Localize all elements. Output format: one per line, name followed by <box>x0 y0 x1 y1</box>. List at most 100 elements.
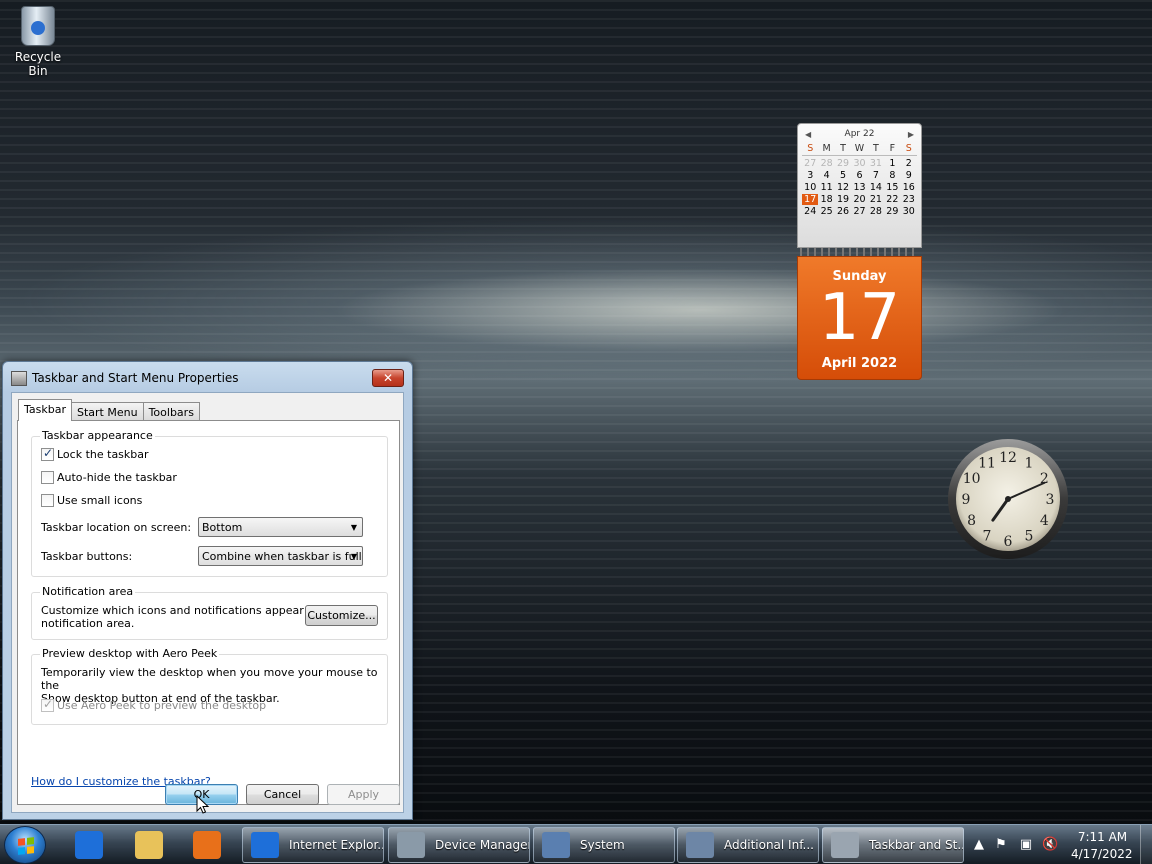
taskbar-button[interactable]: Device Manager <box>388 827 530 863</box>
calendar-day[interactable]: 6 <box>851 170 867 181</box>
aero-peek-group: Preview desktop with Aero Peek Temporari… <box>31 647 388 725</box>
autohide-taskbar-checkbox[interactable]: Auto-hide the taskbar <box>41 471 177 484</box>
clock-numeral: 5 <box>1025 528 1034 544</box>
notification-description: Customize which icons and notifications … <box>41 604 339 630</box>
taskbar-button[interactable]: Internet Explor... <box>242 827 384 863</box>
calendar-month-year: April 2022 <box>821 356 898 371</box>
pinned-internet-explorer[interactable] <box>62 827 116 863</box>
small-icons-checkbox[interactable]: Use small icons <box>41 494 142 507</box>
show-hidden-icons-icon[interactable]: ▲ <box>971 837 987 853</box>
calendar-day[interactable]: 13 <box>851 182 867 193</box>
calendar-day[interactable]: 16 <box>901 182 917 193</box>
calendar-weekday: M <box>818 143 835 156</box>
calendar-day[interactable]: 2 <box>901 158 917 169</box>
calendar-day[interactable]: 12 <box>835 182 851 193</box>
calendar-day[interactable]: 17 <box>802 194 819 205</box>
apply-button[interactable]: Apply <box>327 784 400 805</box>
taskbar-button[interactable]: Additional Inf... <box>677 827 819 863</box>
calendar-day[interactable]: 26 <box>835 206 851 217</box>
checkbox-box[interactable] <box>41 471 54 484</box>
clock-numeral: 3 <box>1046 492 1055 508</box>
calendar-day[interactable]: 22 <box>884 194 900 205</box>
checkbox-box[interactable] <box>41 697 54 712</box>
checkbox-box[interactable] <box>41 446 54 461</box>
pinned-windows-explorer[interactable] <box>122 827 176 863</box>
taskbar-button-label: Internet Explor... <box>289 838 384 852</box>
calendar-day[interactable]: 18 <box>818 194 834 205</box>
calendar-day[interactable]: 15 <box>884 182 900 193</box>
calendar-day[interactable]: 27 <box>802 158 818 169</box>
calendar-day[interactable]: 14 <box>868 182 884 193</box>
calendar-day[interactable]: 29 <box>884 206 900 217</box>
show-desktop-button[interactable] <box>1140 825 1152 864</box>
close-button[interactable]: ✕ <box>372 369 404 387</box>
calendar-header: ◀ Apr 22 ▶ <box>802 129 917 143</box>
calendar-day[interactable]: 21 <box>868 194 884 205</box>
taskbar: Internet Explor... Device Manager System Ad… <box>0 824 1152 864</box>
notification-area-group: Notification area Customize which icons … <box>31 585 388 640</box>
taskbar-button-label: Device Manager <box>435 838 530 852</box>
cancel-button[interactable]: Cancel <box>246 784 319 805</box>
calendar-day[interactable]: 29 <box>835 158 851 169</box>
calendar-weekday: T <box>834 143 852 156</box>
calendar-day[interactable]: 8 <box>884 170 900 181</box>
pinned-media-player[interactable] <box>180 827 234 863</box>
action-center-flag-icon[interactable]: ⚑ <box>993 837 1009 853</box>
taskbar-button[interactable]: Taskbar and St... <box>822 827 964 863</box>
calendar-day[interactable]: 11 <box>818 182 834 193</box>
calendar-day[interactable]: 23 <box>901 194 917 205</box>
desktop-icon-recycle-bin[interactable]: Recycle Bin <box>4 6 72 78</box>
clock-center <box>1005 496 1011 502</box>
tray-date[interactable]: 4/17/2022 <box>1071 847 1133 861</box>
tab-taskbar[interactable]: Taskbar <box>18 399 72 421</box>
calendar-day[interactable]: 19 <box>835 194 851 205</box>
calendar-day[interactable]: 24 <box>802 206 818 217</box>
start-button[interactable] <box>4 826 46 864</box>
clock-gadget[interactable]: 12 1234567891011 <box>946 437 1070 561</box>
tray-time[interactable]: 7:11 AM <box>1075 830 1130 844</box>
calendar-day[interactable]: 28 <box>868 206 884 217</box>
taskbar-button[interactable]: System <box>533 827 675 863</box>
lock-taskbar-checkbox[interactable]: Lock the taskbar <box>41 446 149 461</box>
clock-numeral: 12 <box>999 450 1017 466</box>
aero-peek-checkbox[interactable]: Use Aero Peek to preview the desktop <box>41 697 266 712</box>
notification-desc-line: notification area. <box>41 617 135 630</box>
tab-toolbars[interactable]: Toolbars <box>142 402 200 421</box>
calendar-weekday: T <box>867 143 885 156</box>
taskbar-tab-panel: Taskbar appearance Lock the taskbar Auto… <box>17 420 400 805</box>
calendar-day[interactable]: 27 <box>851 206 867 217</box>
calendar-day[interactable]: 28 <box>818 158 834 169</box>
calendar-day[interactable]: 1 <box>884 158 900 169</box>
calendar-weekday: S <box>900 143 917 156</box>
customize-button[interactable]: Customize... <box>305 605 378 626</box>
calendar-day[interactable]: 10 <box>802 182 818 193</box>
network-icon[interactable]: ▣ <box>1018 837 1034 853</box>
buttons-select[interactable]: Combine when taskbar is full ▼ <box>198 546 363 566</box>
chevron-down-icon: ▼ <box>350 552 357 561</box>
prev-month-icon[interactable]: ◀ <box>805 130 811 139</box>
calendar-day[interactable]: 30 <box>851 158 867 169</box>
calendar-day[interactable]: 25 <box>818 206 834 217</box>
next-month-icon[interactable]: ▶ <box>908 130 914 139</box>
group-title-appearance: Taskbar appearance <box>40 429 155 442</box>
taskbar-appearance-group: Taskbar appearance Lock the taskbar Auto… <box>31 429 388 577</box>
calendar-day[interactable]: 20 <box>851 194 867 205</box>
taskbar-properties-dialog[interactable]: Taskbar and Start Menu Properties ✕ Task… <box>2 361 413 820</box>
calendar-day[interactable]: 7 <box>868 170 884 181</box>
location-select[interactable]: Bottom ▼ <box>198 517 363 537</box>
checkbox-box[interactable] <box>41 494 54 507</box>
clock-numeral: 4 <box>1040 513 1049 529</box>
calendar-day[interactable]: 5 <box>835 170 851 181</box>
tab-start-menu[interactable]: Start Menu <box>71 402 144 421</box>
calendar-day[interactable]: 30 <box>901 206 917 217</box>
dialog-titlebar[interactable]: Taskbar and Start Menu Properties ✕ <box>3 362 412 392</box>
calendar-day[interactable]: 31 <box>868 158 884 169</box>
dialog-title: Taskbar and Start Menu Properties <box>32 371 239 385</box>
calendar-day[interactable]: 9 <box>901 170 917 181</box>
additional-info-icon <box>686 832 714 858</box>
volume-muted-icon[interactable]: 🔇 <box>1042 837 1058 853</box>
calendar-day[interactable]: 4 <box>818 170 834 181</box>
calendar-weekday: F <box>884 143 901 156</box>
calendar-day[interactable]: 3 <box>802 170 818 181</box>
calendar-gadget[interactable]: ◀ Apr 22 ▶ S M T W T F S 27 28 29 30 31 1 2 3 4 5 6 7 8 9 10 1… <box>797 123 922 380</box>
